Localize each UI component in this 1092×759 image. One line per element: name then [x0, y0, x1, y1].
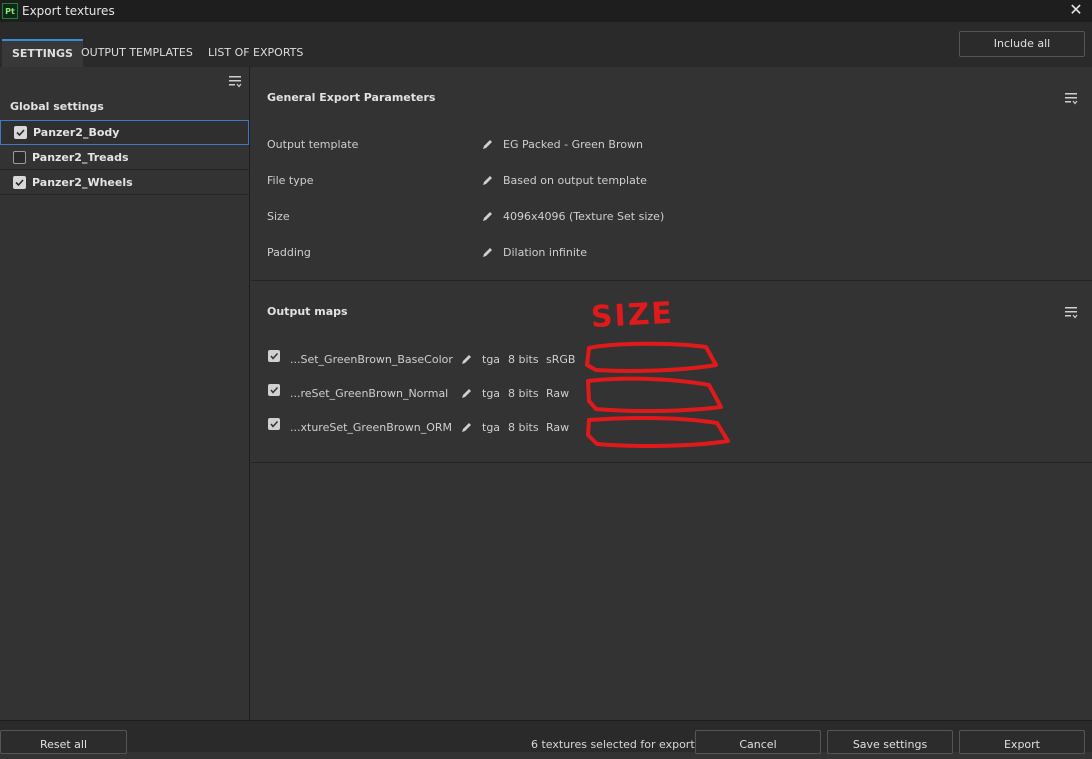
map-colorspace[interactable]: Raw — [546, 421, 569, 434]
output-map-name[interactable]: ...reSet_GreenBrown_Normal — [290, 387, 448, 400]
output-template-value[interactable]: EG Packed - Green Brown — [503, 138, 643, 151]
texture-set-label: Panzer2_Wheels — [32, 175, 133, 189]
file-type-value[interactable]: Based on output template — [503, 174, 647, 187]
section-divider — [251, 280, 1092, 281]
checkmark-icon — [270, 352, 279, 360]
output-map-checkbox[interactable] — [268, 384, 280, 396]
tab-list-of-exports[interactable]: LIST OF EXPORTS — [198, 39, 313, 67]
export-button[interactable]: Export — [959, 730, 1085, 754]
pencil-icon[interactable] — [482, 211, 493, 222]
section-options-icon[interactable] — [1064, 91, 1078, 105]
texture-set-label: Panzer2_Treads — [32, 150, 129, 164]
tab-output-templates[interactable]: OUTPUT TEMPLATES — [71, 39, 203, 67]
pencil-icon[interactable] — [482, 247, 493, 258]
window-title: Export textures — [22, 4, 115, 18]
output-maps-title: Output maps — [267, 305, 348, 318]
output-template-label: Output template — [267, 138, 359, 151]
cancel-button[interactable]: Cancel — [695, 730, 821, 754]
pencil-icon[interactable] — [482, 175, 493, 186]
checkmark-icon — [15, 178, 24, 186]
texture-set-checkbox[interactable] — [13, 150, 26, 164]
size-value[interactable]: 4096x4096 (Texture Set size) — [503, 210, 664, 223]
output-map-checkbox[interactable] — [268, 418, 280, 430]
footer-bar: Reset all 6 textures selected for export… — [0, 720, 1092, 754]
texture-set-sidebar: Global settings Panzer2_Body Panzer2_Tre… — [0, 67, 250, 720]
file-type-label: File type — [267, 174, 314, 187]
section-divider — [251, 462, 1092, 463]
include-all-button[interactable]: Include all — [959, 31, 1085, 57]
pencil-icon[interactable] — [461, 422, 472, 433]
save-settings-button[interactable]: Save settings — [827, 730, 953, 754]
tab-bar: SETTINGS OUTPUT TEMPLATES LIST OF EXPORT… — [0, 22, 1092, 67]
texture-set-row-panzer2-body[interactable]: Panzer2_Body — [0, 120, 249, 145]
title-bar: Pt Export textures ✕ — [0, 0, 1092, 22]
texture-set-label: Panzer2_Body — [33, 126, 120, 139]
general-export-parameters-title: General Export Parameters — [267, 91, 436, 104]
close-icon[interactable]: ✕ — [1068, 1, 1084, 19]
map-format[interactable]: tga — [482, 421, 500, 434]
global-settings-item[interactable]: Global settings — [0, 95, 249, 119]
output-map-name[interactable]: ...Set_GreenBrown_BaseColor — [290, 353, 453, 366]
padding-value[interactable]: Dilation infinite — [503, 246, 587, 259]
output-map-name[interactable]: ...xtureSet_GreenBrown_ORM — [290, 421, 452, 434]
checkmark-icon — [270, 420, 279, 428]
map-colorspace[interactable]: Raw — [546, 387, 569, 400]
texture-set-checkbox[interactable] — [13, 175, 26, 189]
section-options-icon[interactable] — [1064, 305, 1078, 319]
painter-app-icon: Pt — [2, 3, 18, 19]
checkmark-icon — [16, 129, 25, 137]
list-options-icon[interactable] — [228, 74, 242, 88]
map-bit-depth[interactable]: 8 bits — [508, 421, 539, 434]
pencil-icon[interactable] — [461, 354, 472, 365]
annotation-text: SIZE — [590, 296, 675, 335]
size-label: Size — [267, 210, 290, 223]
pencil-icon[interactable] — [461, 388, 472, 399]
map-format[interactable]: tga — [482, 353, 500, 366]
map-bit-depth[interactable]: 8 bits — [508, 353, 539, 366]
main-panel: General Export Parameters Output templat… — [251, 67, 1092, 720]
texture-set-row-panzer2-wheels[interactable]: Panzer2_Wheels — [0, 170, 249, 195]
map-colorspace[interactable]: sRGB — [546, 353, 575, 366]
texture-set-checkbox[interactable] — [14, 126, 27, 139]
export-status-text: 6 textures selected for export — [531, 738, 695, 751]
reset-all-button[interactable]: Reset all — [0, 730, 127, 754]
checkmark-icon — [270, 386, 279, 394]
output-map-checkbox[interactable] — [268, 350, 280, 362]
map-bit-depth[interactable]: 8 bits — [508, 387, 539, 400]
padding-label: Padding — [267, 246, 311, 259]
map-format[interactable]: tga — [482, 387, 500, 400]
texture-set-row-panzer2-treads[interactable]: Panzer2_Treads — [0, 145, 249, 170]
pencil-icon[interactable] — [482, 139, 493, 150]
